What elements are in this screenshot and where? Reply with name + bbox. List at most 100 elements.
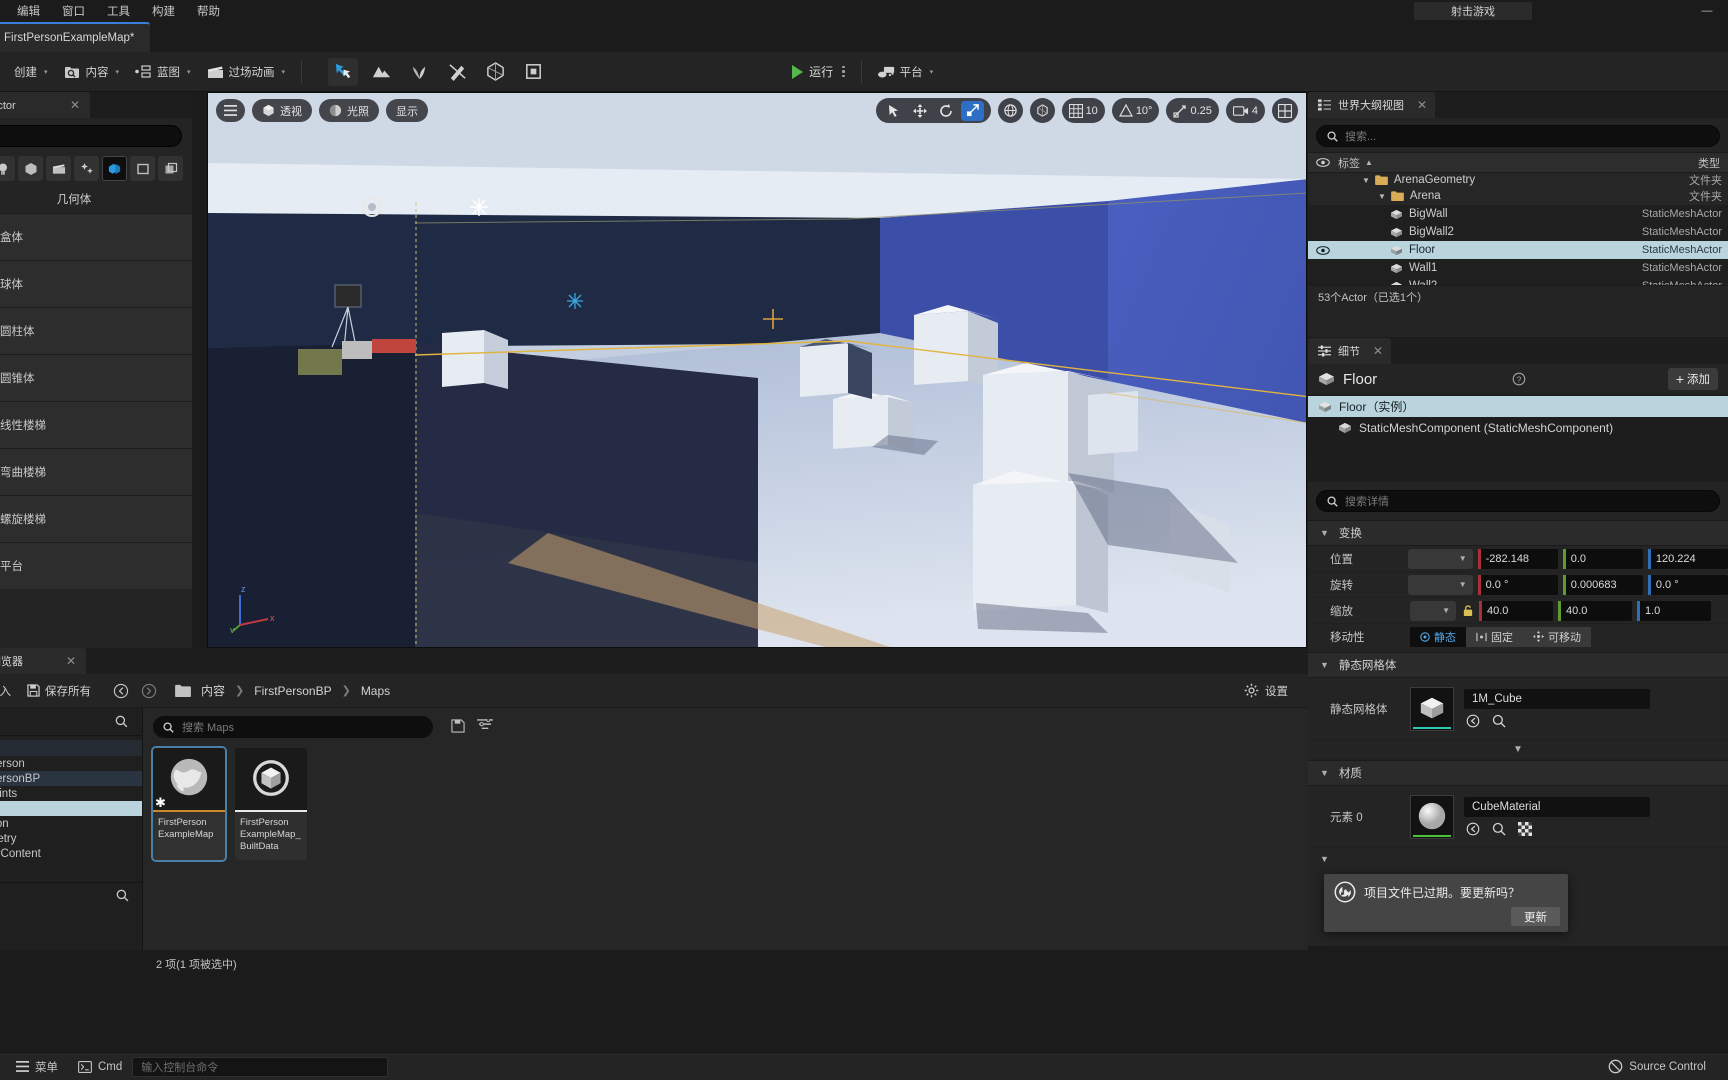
help-icon[interactable]: ? <box>1512 372 1526 386</box>
outliner-col-label[interactable]: 标签 <box>1338 155 1360 171</box>
viewport-menu-button[interactable] <box>216 99 245 122</box>
tab-details[interactable]: 细节 ✕ <box>1308 338 1392 364</box>
asset-tile-firstpersonexamplemap[interactable]: ✱ FirstPerson ExampleMap <box>153 748 225 860</box>
rotation-z-field[interactable]: 0.0 ° <box>1647 574 1728 595</box>
basic-icon[interactable] <box>18 156 43 181</box>
outliner-search-input[interactable]: 搜索... <box>1316 125 1720 147</box>
table-row-selected[interactable]: Floor StaticMeshActor <box>1308 241 1728 259</box>
translate-tool-icon[interactable] <box>909 101 932 121</box>
menu-item-tools[interactable]: 工具 <box>96 0 141 22</box>
menu-item-help[interactable]: 帮助 <box>186 0 231 22</box>
viewport-show-button[interactable]: 显示 <box>386 99 428 122</box>
tree-item-geometry[interactable]: Geometry <box>0 831 142 846</box>
asset-tile-builtdata[interactable]: FirstPerson ExampleMap_ BuiltData <box>235 748 307 860</box>
play-options-icon[interactable] <box>842 65 845 78</box>
select-tool-icon[interactable] <box>883 101 906 121</box>
foliage-mode-icon[interactable] <box>404 58 434 86</box>
window-minimize-icon[interactable]: — <box>1690 0 1724 22</box>
save-all-button[interactable]: 保存所有 <box>21 677 97 705</box>
viewport-lighting-button[interactable]: 光照 <box>319 99 379 122</box>
eye-column-icon[interactable] <box>1308 158 1338 167</box>
table-row[interactable]: ▼ Arena 文件夹 <box>1308 187 1728 205</box>
component-row-staticmesh[interactable]: StaticMeshComponent (StaticMeshComponent… <box>1308 417 1728 438</box>
brush-edit-mode-icon[interactable] <box>518 58 548 86</box>
staticmesh-asset-field[interactable]: 1M_Cube <box>1464 689 1650 709</box>
scale-snap-button[interactable]: 0.25 <box>1166 98 1219 123</box>
console-command-input[interactable]: 输入控制台命令 <box>132 1056 389 1077</box>
location-dropdown[interactable]: ▼ <box>1407 548 1473 569</box>
tree-item-maps[interactable]: Maps <box>0 801 142 816</box>
camera-speed-button[interactable]: 4 <box>1225 98 1265 123</box>
content-button[interactable]: 内容 ▾ <box>56 58 128 86</box>
rotation-dropdown[interactable]: ▼ <box>1407 574 1473 595</box>
expand-more-row[interactable]: ▼ <box>1308 740 1728 760</box>
cinematic-button[interactable]: 过场动画 ▾ <box>199 58 294 86</box>
mesh-paint-mode-icon[interactable] <box>442 58 472 86</box>
nav-back-icon[interactable] <box>113 683 129 699</box>
scale-y-field[interactable]: 40.0 <box>1558 600 1632 621</box>
tree-item-startercontent[interactable]: StarterContent <box>0 846 142 861</box>
create-button[interactable]: 创建 ▾ <box>6 58 56 86</box>
table-row[interactable]: Wall1 StaticMeshActor <box>1308 259 1728 277</box>
mobility-static-button[interactable]: 静态 <box>1410 626 1466 647</box>
play-button[interactable]: 运行 <box>784 58 853 86</box>
section-collapsed-row[interactable]: ▼ <box>1308 848 1728 870</box>
tree-item-weapon[interactable]: Weapon <box>0 816 142 831</box>
close-icon[interactable]: ✕ <box>70 98 80 112</box>
scale-dropdown[interactable]: ▼ <box>1410 600 1456 621</box>
add-component-button[interactable]: + 添加 <box>1667 368 1718 390</box>
staticmesh-thumbnail[interactable] <box>1410 686 1454 731</box>
material-thumbnail[interactable] <box>1410 794 1454 839</box>
search-icon[interactable] <box>1492 714 1506 728</box>
table-row[interactable]: Wall2 StaticMeshActor <box>1308 277 1728 285</box>
select-mode-icon[interactable] <box>328 57 359 86</box>
filter-icon[interactable] <box>477 719 493 733</box>
mobility-stationary-button[interactable]: 固定 <box>1466 626 1523 647</box>
place-item-cylinder[interactable]: 圆柱体 <box>0 307 192 354</box>
asset-search-input[interactable]: 搜索 Maps <box>153 716 433 738</box>
tab-place-actors[interactable]: 放置Actor ✕ <box>0 92 90 118</box>
place-item-cone[interactable]: 圆锥体 <box>0 354 192 401</box>
table-row[interactable]: BigWall2 StaticMeshActor <box>1308 223 1728 241</box>
nav-forward-icon[interactable] <box>141 683 157 699</box>
browse-to-asset-icon[interactable] <box>1466 822 1480 836</box>
fracture-mode-icon[interactable] <box>480 58 510 86</box>
settings-label[interactable]: 设置 <box>1265 683 1288 699</box>
table-row[interactable]: ▼ ArenaGeometry 文件夹 <box>1308 173 1728 187</box>
grid-snap-button[interactable]: 10 <box>1061 98 1105 123</box>
place-item-linear-stair[interactable]: 线性楼梯 <box>0 401 192 448</box>
rotation-x-field[interactable]: 0.0 ° <box>1477 574 1558 595</box>
sources-search-button[interactable] <box>0 708 142 736</box>
save-search-icon[interactable] <box>451 719 465 733</box>
component-row-root[interactable]: Floor（实例） <box>1308 396 1728 417</box>
breadcrumb-firstpersonbp[interactable]: FirstPersonBP <box>248 684 337 698</box>
menu-item-window[interactable]: 窗口 <box>51 0 96 22</box>
details-search-input[interactable]: 搜索详情 <box>1316 490 1720 512</box>
section-transform[interactable]: ▼ 变换 <box>1308 520 1728 546</box>
console-cmd-button[interactable]: Cmd <box>68 1056 132 1078</box>
checkerboard-icon[interactable] <box>1518 822 1532 836</box>
breadcrumb-maps[interactable]: Maps <box>355 684 396 698</box>
level-viewport[interactable]: 透视 光照 显示 10 10° 0.25 4 z x y <box>207 92 1307 648</box>
tab-world-outliner[interactable]: 世界大纲视图 ✕ <box>1308 92 1436 118</box>
scale-z-field[interactable]: 1.0 <box>1637 600 1711 621</box>
place-item-sphere[interactable]: 球体 <box>0 260 192 307</box>
close-icon[interactable]: ✕ <box>66 654 76 668</box>
close-icon[interactable]: ✕ <box>1417 98 1427 112</box>
level-tab[interactable]: FirstPersonExampleMap* <box>0 22 150 52</box>
place-item-box[interactable]: 盒体 <box>0 213 192 260</box>
rotation-y-field[interactable]: 0.000683 <box>1562 574 1643 595</box>
volumes-icon[interactable] <box>130 156 155 181</box>
place-item-spiral-stair[interactable]: 螺旋楼梯 <box>0 495 192 542</box>
place-item-platform[interactable]: 平台 <box>0 542 192 589</box>
import-button[interactable]: 导入 <box>0 677 17 705</box>
sources-footer-search[interactable] <box>0 882 143 908</box>
search-icon[interactable] <box>1492 822 1506 836</box>
lights-icon[interactable] <box>0 156 15 181</box>
menu-item-edit[interactable]: 编辑 <box>6 0 51 22</box>
material-asset-field[interactable]: CubeMaterial <box>1464 797 1650 817</box>
outliner-rows[interactable]: ▼ ArenaGeometry 文件夹 ▼ Arena 文件夹 BigWall … <box>1308 173 1728 285</box>
platform-button[interactable]: 平台 ▾ <box>870 58 942 86</box>
viewport-perspective-button[interactable]: 透视 <box>252 99 312 122</box>
scale-x-field[interactable]: 40.0 <box>1479 600 1553 621</box>
